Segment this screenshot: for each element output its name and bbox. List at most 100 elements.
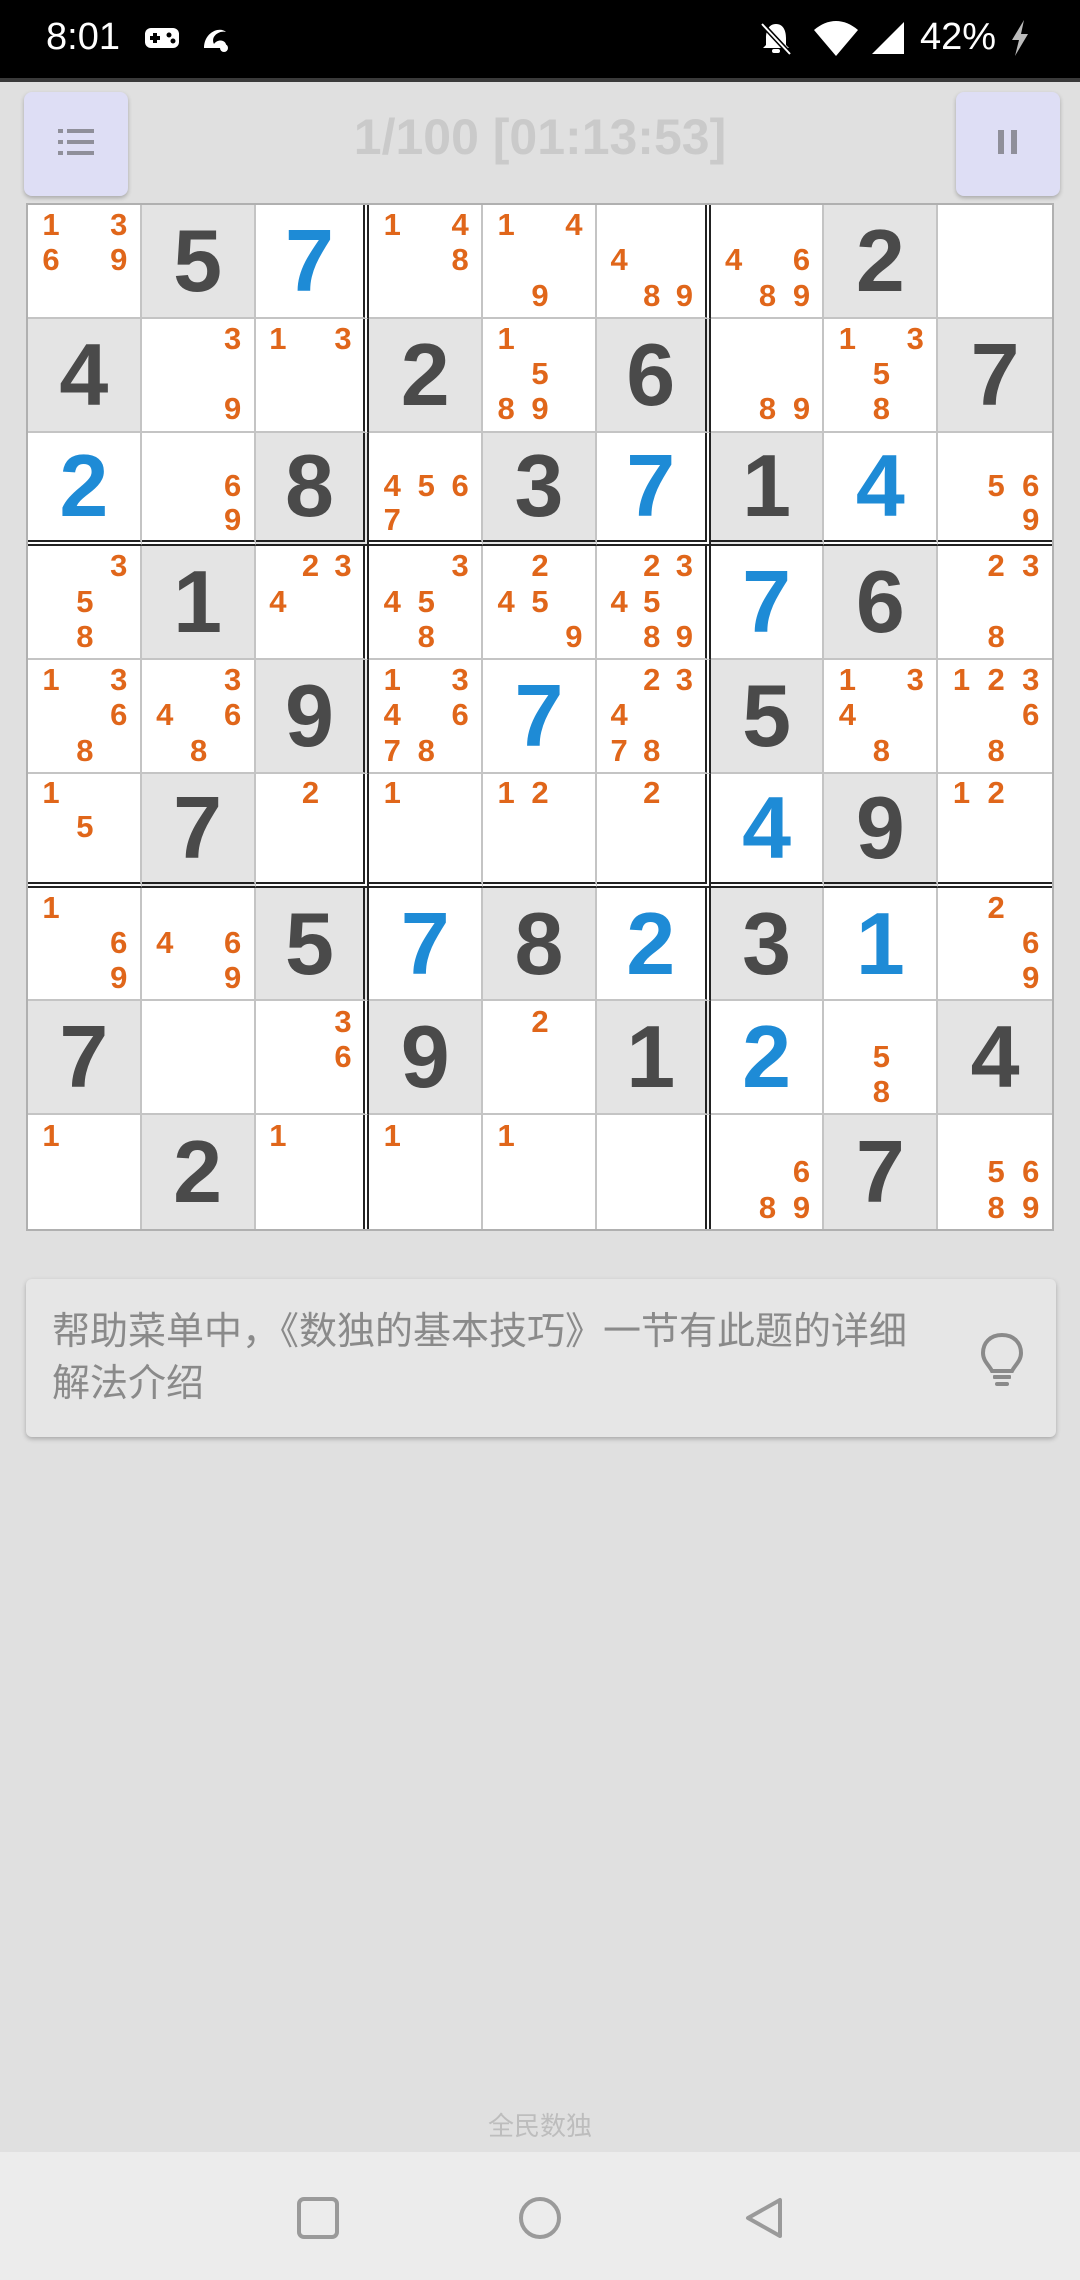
candidate-digit: 6 xyxy=(1022,925,1040,961)
sudoku-cell[interactable]: 7 xyxy=(596,432,711,547)
sudoku-cell[interactable]: 2 xyxy=(710,1001,825,1116)
sudoku-cell[interactable]: 7 xyxy=(483,660,597,774)
sudoku-cell[interactable]: 4 xyxy=(28,318,142,433)
sudoku-cell[interactable]: 1589 xyxy=(483,318,597,433)
sudoku-cell[interactable]: 358 xyxy=(28,546,142,661)
sudoku-cell[interactable]: 89 xyxy=(710,318,825,433)
sudoku-cell[interactable]: 7 xyxy=(369,887,484,1002)
sudoku-cell[interactable]: 2 xyxy=(596,773,711,888)
sudoku-cell[interactable]: 2 xyxy=(369,318,484,433)
sudoku-cell[interactable] xyxy=(938,205,1052,319)
sudoku-cell[interactable]: 3 xyxy=(483,432,597,547)
sudoku-cell[interactable]: 9 xyxy=(369,1001,484,1116)
sudoku-cell[interactable]: 8 xyxy=(483,887,597,1002)
candidate-notes: 3 4 68 xyxy=(148,662,250,768)
sudoku-cell[interactable]: 4 xyxy=(710,773,825,888)
sudoku-cell[interactable]: 8 xyxy=(255,432,370,547)
candidate-digit: 1 xyxy=(42,207,60,243)
sudoku-cell[interactable]: 456 7 xyxy=(369,432,484,547)
sudoku-cell[interactable]: 3 458 xyxy=(369,546,484,661)
sudoku-cell[interactable]: 2 xyxy=(141,1115,256,1229)
sudoku-cell[interactable]: 9 xyxy=(255,660,370,774)
candidate-digit xyxy=(182,960,216,995)
sudoku-cell[interactable]: 39 xyxy=(141,318,256,433)
sudoku-cell[interactable]: 7 xyxy=(28,1001,142,1116)
sudoku-cell[interactable]: 1 xyxy=(710,432,825,547)
sudoku-cell[interactable]: 1 358 xyxy=(824,318,939,433)
sudoku-cell[interactable]: 5 xyxy=(141,205,256,319)
sudoku-cell[interactable]: 12 xyxy=(483,773,597,888)
sudoku-cell[interactable]: 7 xyxy=(824,1115,939,1229)
sudoku-cell[interactable]: 2 xyxy=(824,205,939,319)
sudoku-cell[interactable]: 9 xyxy=(824,773,939,888)
sudoku-cell[interactable]: 4 689 xyxy=(710,205,825,319)
sudoku-cell[interactable] xyxy=(141,1001,256,1116)
sudoku-cell[interactable]: 12 xyxy=(938,773,1052,888)
sudoku-cell[interactable]: 1 49 xyxy=(483,205,597,319)
sudoku-cell[interactable]: 489 xyxy=(596,205,711,319)
sudoku-cell[interactable]: 6 xyxy=(824,546,939,661)
sudoku-cell[interactable]: 4 xyxy=(824,432,939,547)
sudoku-cell[interactable]: 7 xyxy=(255,205,370,319)
sudoku-cell[interactable]: 569 xyxy=(938,432,1052,547)
sudoku-cell[interactable]: 1 48 xyxy=(369,205,484,319)
sudoku-cell[interactable]: 5 xyxy=(255,887,370,1002)
sudoku-cell[interactable]: 238 xyxy=(938,546,1052,661)
candidate-notes: 12 xyxy=(489,776,591,878)
sudoku-cell[interactable]: 12368 xyxy=(938,660,1052,774)
candidate-digit xyxy=(375,1189,409,1225)
sudoku-cell[interactable]: 1 69 xyxy=(28,887,142,1002)
sudoku-cell[interactable] xyxy=(596,1115,711,1229)
sudoku-cell[interactable]: 2 xyxy=(483,1001,597,1116)
sudoku-cell[interactable]: 2459 xyxy=(483,546,597,661)
candidate-digit xyxy=(944,844,979,878)
menu-button[interactable] xyxy=(24,92,128,196)
sudoku-cell[interactable]: 1 xyxy=(141,546,256,661)
sudoku-cell[interactable]: 23 4589 xyxy=(596,546,711,661)
recents-square-icon[interactable] xyxy=(294,2194,342,2247)
sudoku-cell[interactable]: 689 xyxy=(710,1115,825,1229)
sudoku-cell[interactable]: 2 xyxy=(28,432,142,547)
sudoku-cell[interactable]: 69 xyxy=(141,432,256,547)
sudoku-cell[interactable]: 1 3 4 6 78 xyxy=(369,660,484,774)
candidate-notes: 1 3 48 xyxy=(830,662,932,768)
sudoku-cell[interactable]: 6 xyxy=(596,318,711,433)
hint-text: 帮助菜单中，《数独的基本技巧》一节有此题的详细解法介绍 xyxy=(52,1309,908,1405)
sudoku-cell[interactable]: 1 368 xyxy=(28,660,142,774)
sudoku-cell[interactable]: 1 xyxy=(369,1115,484,1229)
sudoku-cell[interactable]: 1 xyxy=(483,1115,597,1229)
pause-button[interactable] xyxy=(956,92,1060,196)
sudoku-cell[interactable]: 1 xyxy=(596,1001,711,1116)
candidate-digit: 2 xyxy=(987,775,1005,811)
sudoku-cell[interactable]: 23 4 xyxy=(255,546,370,661)
sudoku-cell[interactable]: 4 69 xyxy=(141,887,256,1002)
sudoku-cell[interactable]: 1 xyxy=(28,1115,142,1229)
sudoku-cell[interactable]: 58 xyxy=(824,1001,939,1116)
sudoku-cell[interactable]: 269 xyxy=(938,887,1052,1002)
sudoku-cell[interactable]: 1 3 6 9 xyxy=(28,205,142,319)
home-circle-icon[interactable] xyxy=(516,2194,564,2247)
back-triangle-icon[interactable] xyxy=(740,2194,788,2247)
sudoku-cell[interactable]: 3 4 68 xyxy=(141,660,256,774)
sudoku-cell[interactable]: 15 xyxy=(28,773,142,888)
candidate-digit xyxy=(327,810,360,844)
sudoku-cell[interactable]: 7 xyxy=(141,773,256,888)
sudoku-cell[interactable]: 7 xyxy=(710,546,825,661)
sudoku-cell[interactable]: 3 xyxy=(710,887,825,1002)
sudoku-cell[interactable]: 7 xyxy=(938,318,1052,433)
sudoku-cell[interactable]: 1 xyxy=(369,773,484,888)
sudoku-cell[interactable]: 2 xyxy=(255,773,370,888)
sudoku-cell[interactable]: 13 xyxy=(255,318,370,433)
candidate-digit: 1 xyxy=(42,1117,60,1153)
sudoku-cell[interactable]: 36 xyxy=(255,1001,370,1116)
sudoku-cell[interactable]: 1 3 48 xyxy=(824,660,939,774)
lightbulb-icon[interactable] xyxy=(976,1331,1028,1394)
sudoku-cell[interactable]: 4 xyxy=(938,1001,1052,1116)
hint-card[interactable]: 帮助菜单中，《数独的基本技巧》一节有此题的详细解法介绍 xyxy=(26,1279,1056,1437)
sudoku-cell[interactable]: 1 xyxy=(824,887,939,1002)
sudoku-cell[interactable]: 23 478 xyxy=(596,660,711,774)
sudoku-cell[interactable]: 1 xyxy=(255,1115,370,1229)
sudoku-cell[interactable]: 5 xyxy=(710,660,825,774)
sudoku-cell[interactable]: 2 xyxy=(596,887,711,1002)
sudoku-cell[interactable]: 5689 xyxy=(938,1115,1052,1229)
